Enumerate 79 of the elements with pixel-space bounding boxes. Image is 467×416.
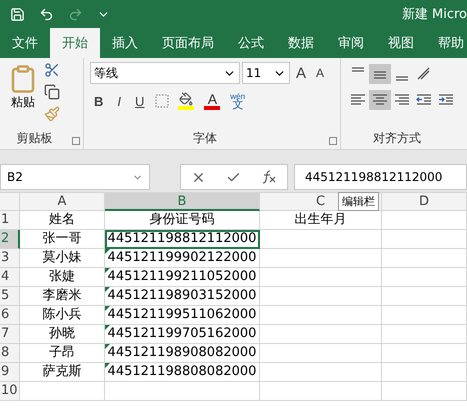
row-header[interactable]: 3: [0, 249, 20, 268]
ribbon-tab[interactable]: 公式: [226, 28, 276, 58]
group-label: 对齐方式: [372, 130, 422, 147]
copy-icon[interactable]: [44, 84, 60, 100]
error-flag-icon: [105, 268, 110, 273]
error-flag-icon: [105, 249, 110, 254]
table-cell: 445121199511062000: [105, 306, 260, 325]
table-cell: 445121199211052000: [105, 268, 260, 287]
ribbon-tab[interactable]: 帮助: [426, 28, 467, 58]
italic-button[interactable]: I: [113, 92, 126, 110]
formula-field[interactable]: 445121198812112000: [294, 164, 467, 190]
borders-icon[interactable]: [154, 93, 170, 109]
ribbon-tab[interactable]: 开始: [50, 28, 100, 58]
row-header[interactable]: 6: [0, 306, 20, 325]
undo-icon[interactable]: [39, 6, 54, 22]
name-box[interactable]: B2: [0, 164, 150, 190]
shrink-font-button[interactable]: A: [312, 65, 328, 81]
paste-button[interactable]: 粘贴: [6, 62, 40, 129]
window-title: 新建 Micro: [402, 6, 467, 23]
table-cell: 445121199705162000: [105, 325, 260, 344]
table-cell: 445121199902122000: [105, 249, 260, 268]
error-flag-icon: [105, 344, 110, 349]
ribbon-tab[interactable]: 插入: [100, 28, 150, 58]
group-label: 字体: [192, 130, 218, 147]
column-header[interactable]: D: [382, 193, 467, 211]
save-icon[interactable]: [10, 6, 25, 22]
align-center-button[interactable]: [369, 90, 391, 110]
launcher-icon[interactable]: [72, 137, 80, 145]
align-lines-icon: [350, 66, 366, 73]
paint-bucket-icon: [179, 92, 194, 106]
table-cell: 姓名: [20, 211, 105, 230]
table-cell: 萨克斯: [20, 363, 105, 382]
ribbon-tab[interactable]: 文件: [0, 28, 50, 58]
table-cell: 身份证号码: [105, 211, 260, 230]
align-lines-icon: [394, 75, 410, 82]
column-header[interactable]: A: [20, 193, 105, 211]
row-header[interactable]: 10: [0, 382, 20, 401]
diagonal-text-icon: [416, 66, 432, 82]
row-header[interactable]: 2: [0, 230, 20, 249]
ribbon-tab[interactable]: 视图: [376, 28, 426, 58]
ribbon-tab[interactable]: 审阅: [326, 28, 376, 58]
row-header[interactable]: 9: [0, 363, 20, 382]
align-middle-button[interactable]: [369, 64, 391, 84]
underline-button[interactable]: U: [131, 92, 148, 110]
error-flag-icon: [105, 325, 110, 330]
row-header[interactable]: 7: [0, 325, 20, 344]
group-label: 剪贴板: [16, 130, 54, 147]
font-color-button[interactable]: A: [202, 92, 222, 110]
table-cell: 445121198903152000: [105, 287, 260, 306]
phonetic-button[interactable]: wén 文: [228, 92, 248, 110]
table-cell: 陈小兵: [20, 306, 105, 325]
table-cell: 子昂: [20, 344, 105, 363]
error-flag-icon: [105, 306, 110, 311]
tooltip: 编辑栏: [338, 192, 379, 211]
function-icon[interactable]: [261, 170, 277, 184]
grow-font-button[interactable]: A: [292, 64, 310, 82]
table-cell: 445121198908082000: [105, 344, 260, 363]
table-cell: 张婕: [20, 268, 105, 287]
row-header[interactable]: 4: [0, 268, 20, 287]
row-header[interactable]: 1: [0, 211, 20, 230]
font-name-field[interactable]: 等线: [90, 62, 240, 84]
table-cell: 445121198808082000: [105, 363, 260, 382]
ribbon-tab[interactable]: 数据: [276, 28, 326, 58]
table-cell: 张一哥: [20, 230, 105, 249]
table-cell: 莫小妹: [20, 249, 105, 268]
ribbon-tab[interactable]: 页面布局: [150, 28, 226, 58]
column-header[interactable]: B: [105, 193, 260, 211]
row-header[interactable]: 5: [0, 287, 20, 306]
table-cell: 李磨米: [20, 287, 105, 306]
font-size-field[interactable]: 11: [242, 62, 290, 84]
fill-color-button[interactable]: [176, 92, 196, 110]
launcher-icon[interactable]: [329, 137, 337, 145]
error-flag-icon: [105, 363, 110, 368]
table-cell: 445121198812112000: [105, 230, 260, 249]
table-cell: 孙晓: [20, 325, 105, 344]
row-header[interactable]: 8: [0, 344, 20, 363]
bold-button[interactable]: B: [90, 92, 108, 110]
scissors-icon[interactable]: [44, 62, 60, 78]
error-flag-icon: [105, 287, 110, 292]
